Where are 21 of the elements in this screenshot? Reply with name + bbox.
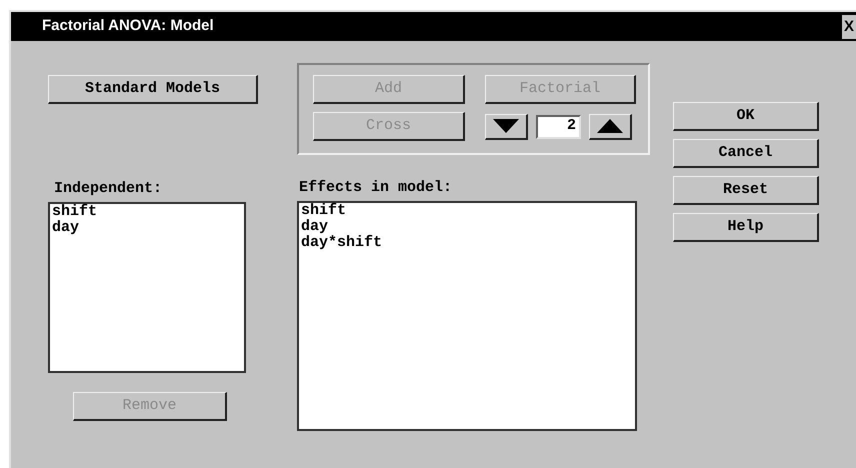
window-title: Factorial ANOVA: Model	[42, 16, 214, 36]
up-triangle-icon	[597, 119, 623, 133]
independent-label: Independent:	[54, 180, 164, 198]
order-field[interactable]: 2	[536, 114, 581, 138]
down-triangle-icon	[493, 119, 519, 133]
list-box[interactable]: shift day	[48, 202, 246, 373]
close-button[interactable]: X	[842, 14, 856, 38]
list-item[interactable]: day*shift	[301, 235, 635, 251]
standard-models-button[interactable]: Standard Models	[48, 75, 258, 104]
list-box[interactable]: shift day day*shift	[297, 201, 637, 431]
effects-label: Effects in model:	[299, 179, 454, 197]
list-item[interactable]: shift	[301, 203, 635, 219]
list-item[interactable]: day	[301, 219, 635, 235]
list-item[interactable]: shift	[52, 204, 244, 220]
increment-button[interactable]	[589, 114, 632, 140]
dialog-button[interactable]: OK	[673, 102, 819, 131]
dialog-button[interactable]: Reset	[673, 176, 819, 205]
list-item[interactable]: day	[52, 220, 244, 236]
decrement-button[interactable]	[485, 114, 528, 140]
dialog-button[interactable]: Help	[673, 213, 819, 242]
dialog-button[interactable]: Cancel	[673, 139, 819, 168]
